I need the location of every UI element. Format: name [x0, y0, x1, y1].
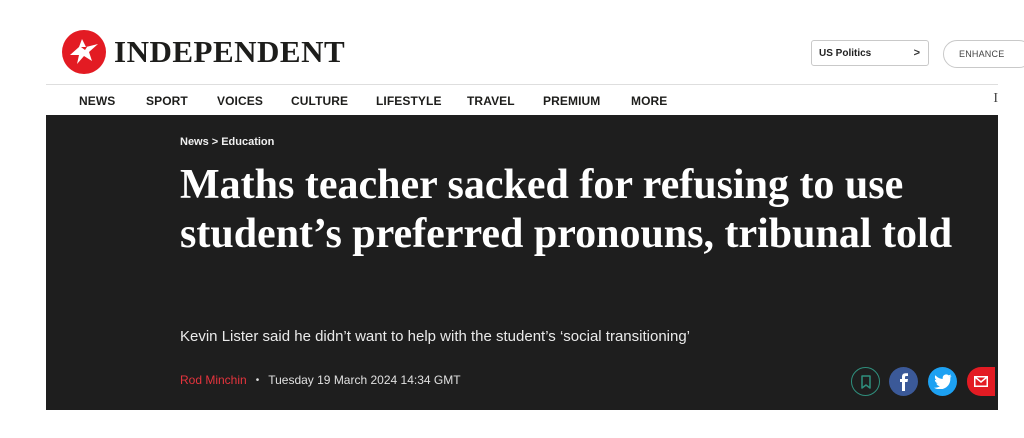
nav-item-more[interactable]: MORE [631, 94, 667, 108]
byline: Rod Minchin • Tuesday 19 March 2024 14:3… [180, 373, 461, 387]
byline-separator: • [255, 374, 260, 386]
nav-item-travel[interactable]: TRAVEL [467, 94, 515, 108]
site-logo[interactable]: INDEPENDENT [62, 30, 345, 74]
twitter-share-button[interactable] [928, 367, 957, 396]
email-icon [974, 376, 988, 387]
edition-select-label: US Politics [819, 47, 872, 59]
bookmark-button[interactable] [851, 367, 880, 396]
main-nav: NEWS SPORT VOICES CULTURE LIFESTYLE TRAV… [46, 84, 998, 115]
author-link[interactable]: Rod Minchin [180, 373, 247, 387]
eagle-logo-icon [62, 30, 106, 74]
chevron-right-icon: > [913, 47, 920, 59]
breadcrumb: News > Education [180, 136, 274, 148]
enhance-button[interactable]: ENHANCE [943, 40, 1024, 68]
publish-date: Tuesday 19 March 2024 14:34 GMT [268, 373, 461, 387]
article-headline: Maths teacher sacked for refusing to use… [180, 162, 953, 257]
nav-item-culture[interactable]: CULTURE [291, 94, 348, 108]
article-hero: News > Education Maths teacher sacked for … [46, 115, 998, 410]
article-standfirst: Kevin Lister said he didn’t want to help… [180, 328, 691, 345]
nav-item-voices[interactable]: VOICES [217, 94, 263, 108]
breadcrumb-separator: > [211, 136, 219, 148]
email-share-button[interactable] [967, 367, 995, 396]
nav-item-sport[interactable]: SPORT [146, 94, 188, 108]
nav-edge-glyph: I [993, 91, 998, 106]
edition-select[interactable]: US Politics > [811, 40, 929, 66]
nav-item-lifestyle[interactable]: LIFESTYLE [376, 94, 442, 108]
logo-wordmark: INDEPENDENT [114, 34, 346, 69]
bookmark-icon [860, 374, 871, 389]
breadcrumb-news[interactable]: News [180, 136, 209, 148]
breadcrumb-education[interactable]: Education [221, 136, 274, 148]
twitter-icon [933, 374, 951, 389]
facebook-share-button[interactable] [889, 367, 918, 396]
nav-item-premium[interactable]: PREMIUM [543, 94, 600, 108]
nav-item-news[interactable]: NEWS [79, 94, 115, 108]
enhance-button-label: ENHANCE [959, 49, 1005, 59]
masthead: INDEPENDENT US Politics > ENHANCE [0, 0, 1024, 84]
facebook-icon [899, 372, 908, 391]
